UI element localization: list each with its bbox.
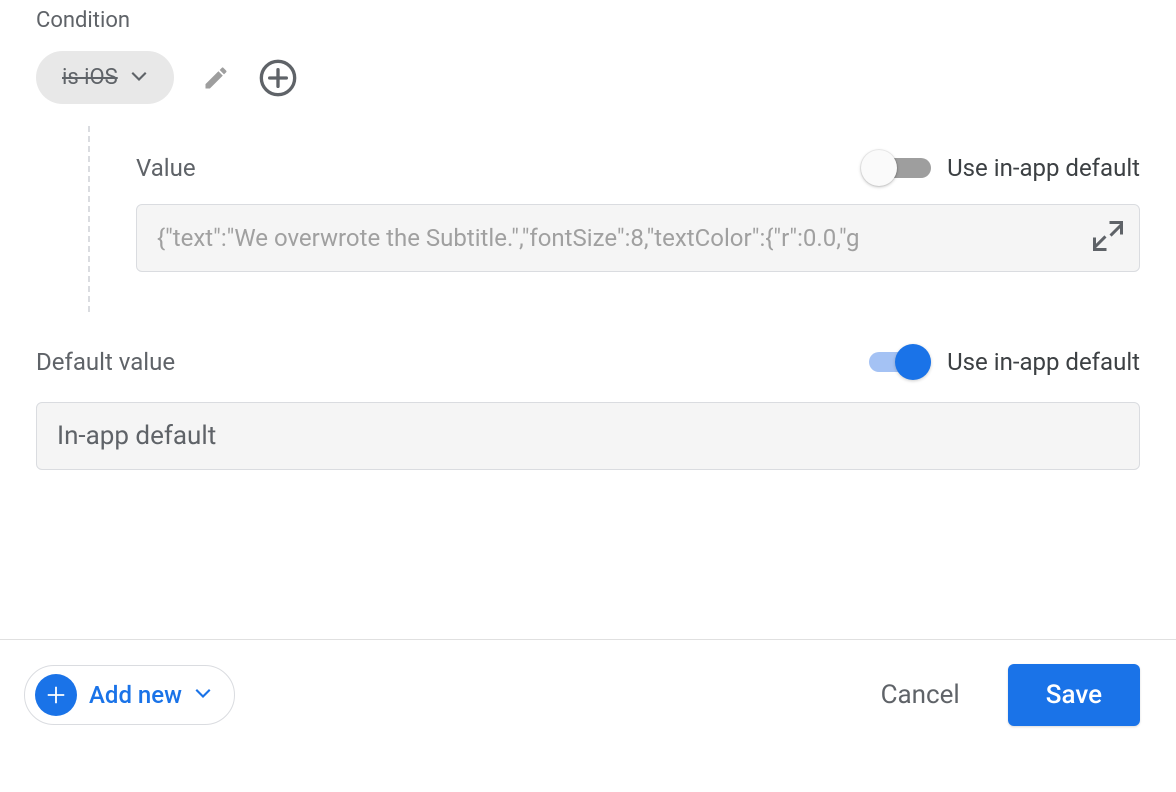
footer: Add new Cancel Save	[0, 639, 1176, 792]
condition-chip-text: is iOS	[62, 65, 118, 90]
default-use-default-toggle[interactable]	[861, 344, 931, 380]
save-button[interactable]: Save	[1008, 664, 1140, 726]
chevron-down-icon	[194, 686, 212, 705]
value-input[interactable]	[136, 204, 1140, 272]
value-input-wrap	[136, 204, 1140, 272]
add-new-button[interactable]: Add new	[24, 665, 235, 725]
value-block: Value Use in-app default	[36, 126, 1140, 272]
add-new-label: Add new	[89, 681, 182, 709]
connector-line	[88, 126, 90, 312]
value-toggle-group: Use in-app default	[861, 150, 1140, 186]
condition-label: Condition	[36, 8, 1140, 33]
default-value-label: Default value	[36, 348, 175, 376]
cancel-button[interactable]: Cancel	[881, 680, 960, 710]
plus-circle-icon[interactable]	[258, 58, 298, 98]
default-toggle-label: Use in-app default	[947, 348, 1140, 376]
default-toggle-group: Use in-app default	[861, 344, 1140, 380]
default-value-input[interactable]	[36, 402, 1140, 470]
chevron-down-icon	[130, 72, 148, 84]
value-use-default-toggle[interactable]	[861, 150, 931, 186]
value-label: Value	[136, 154, 196, 182]
default-value-section: Default value Use in-app default	[36, 344, 1140, 470]
pencil-icon[interactable]	[202, 64, 230, 92]
value-toggle-label: Use in-app default	[947, 154, 1140, 182]
condition-row: is iOS	[36, 51, 1140, 104]
plus-icon	[35, 674, 77, 716]
expand-icon[interactable]	[1090, 218, 1126, 258]
condition-chip[interactable]: is iOS	[36, 51, 174, 104]
